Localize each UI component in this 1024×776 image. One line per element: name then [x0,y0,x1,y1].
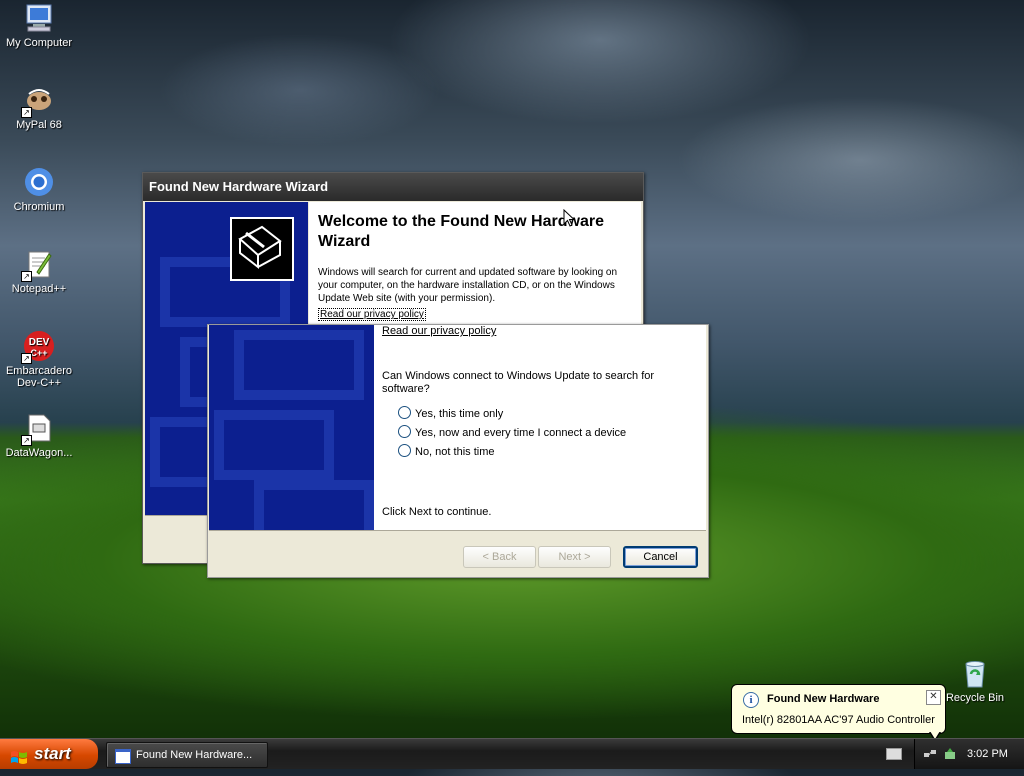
desktop-icon-datawagon[interactable]: ↗ DataWagon... [0,412,78,459]
notepadpp-icon: ↗ [21,248,55,282]
shortcut-arrow-icon: ↗ [21,435,32,446]
desktop-icon-label: DataWagon... [5,447,73,459]
desktop-icon-my-computer[interactable]: My Computer [0,2,78,49]
balloon-title: Found New Hardware [767,693,880,705]
safely-remove-hardware-icon[interactable] [943,747,957,761]
devcpp-icon: DEV C++ ↗ [21,330,55,364]
option-yes-this-time[interactable]: Yes, this time only [398,406,503,422]
shortcut-arrow-icon: ↗ [21,353,32,364]
desktop-icon-devcpp[interactable]: DEV C++ ↗ Embarcadero Dev-C++ [0,330,78,389]
system-tray: 3:02 PM [914,739,1024,769]
privacy-policy-link[interactable]: Read our privacy policy [318,308,426,321]
wizard-window-front[interactable]: Read our privacy policy Can Windows conn… [207,324,709,578]
desktop-icon-label: Recycle Bin [945,692,1005,704]
taskbar: start Found New Hardware... 3:02 PM [0,738,1024,769]
svg-text:DEV: DEV [29,337,50,348]
computer-icon [23,2,55,34]
svg-text:C++: C++ [30,348,47,358]
taskbar-item-found-new-hardware[interactable]: Found New Hardware... [106,742,268,768]
desktop-icon-notepadpp[interactable]: ↗ Notepad++ [0,248,78,295]
taskbar-item-label: Found New Hardware... [136,749,253,761]
wizard-button-bar: < Back Next > Cancel [209,530,706,577]
cancel-button[interactable]: Cancel [623,546,698,568]
desktop-icon-label: My Computer [5,37,73,49]
desktop-icon-label: MyPal 68 [16,119,62,131]
close-icon[interactable]: ✕ [926,690,941,705]
back-button[interactable]: < Back [463,546,536,568]
desktop-icon-label: Chromium [13,201,65,213]
chromium-icon [23,166,55,198]
notification-balloon[interactable]: i Found New Hardware ✕ Intel(r) 82801AA … [731,684,946,742]
privacy-policy-link[interactable]: Read our privacy policy [382,325,496,337]
option-label: Yes, now and every time I connect a devi… [415,427,627,439]
desktop-icon-recycle-bin[interactable]: Recycle Bin [940,657,1010,704]
start-label: start [34,744,71,763]
network-icon[interactable] [923,747,937,761]
hardware-wizard-icon [230,217,294,281]
shortcut-arrow-icon: ↗ [21,271,32,282]
radio-button[interactable] [398,425,411,438]
desktop-icon-label: Embarcadero Dev-C++ [5,365,73,389]
recycle-bin-icon [959,657,991,689]
radio-button[interactable] [398,444,411,457]
file-icon: ↗ [21,412,55,446]
shortcut-arrow-icon: ↗ [21,107,32,118]
next-button[interactable]: Next > [538,546,611,568]
mypal-icon: ↗ [21,84,55,118]
desktop-icon-chromium[interactable]: Chromium [0,166,78,213]
keyboard-icon[interactable] [886,748,902,760]
desktop-icon-label: Notepad++ [11,283,67,295]
option-no-not-this-time[interactable]: No, not this time [398,444,494,460]
mouse-cursor-icon [563,208,576,227]
option-yes-every-time[interactable]: Yes, now and every time I connect a devi… [398,425,626,441]
welcome-description: Windows will search for current and upda… [318,267,618,304]
desktop-icon-mypal[interactable]: ↗ MyPal 68 [0,84,78,131]
update-question: Can Windows connect to Windows Update to… [382,370,655,395]
start-button[interactable]: start [0,739,98,769]
balloon-message: Intel(r) 82801AA AC'97 Audio Controller [742,714,935,726]
wizard-side-panel [209,325,374,530]
option-label: Yes, this time only [415,408,504,420]
radio-button[interactable] [398,406,411,419]
wizard-content: Read our privacy policy Can Windows conn… [374,325,706,530]
option-label: No, not this time [415,446,495,458]
window-icon [115,749,131,764]
welcome-panel: Welcome to the Found New Hardware Wizard… [309,202,641,326]
info-icon: i [743,692,759,708]
window-title: Found New Hardware Wizard [143,173,643,201]
windows-logo-icon [10,746,28,764]
clock[interactable]: 3:02 PM [967,739,1008,769]
continue-instruction: Click Next to continue. [382,506,492,518]
